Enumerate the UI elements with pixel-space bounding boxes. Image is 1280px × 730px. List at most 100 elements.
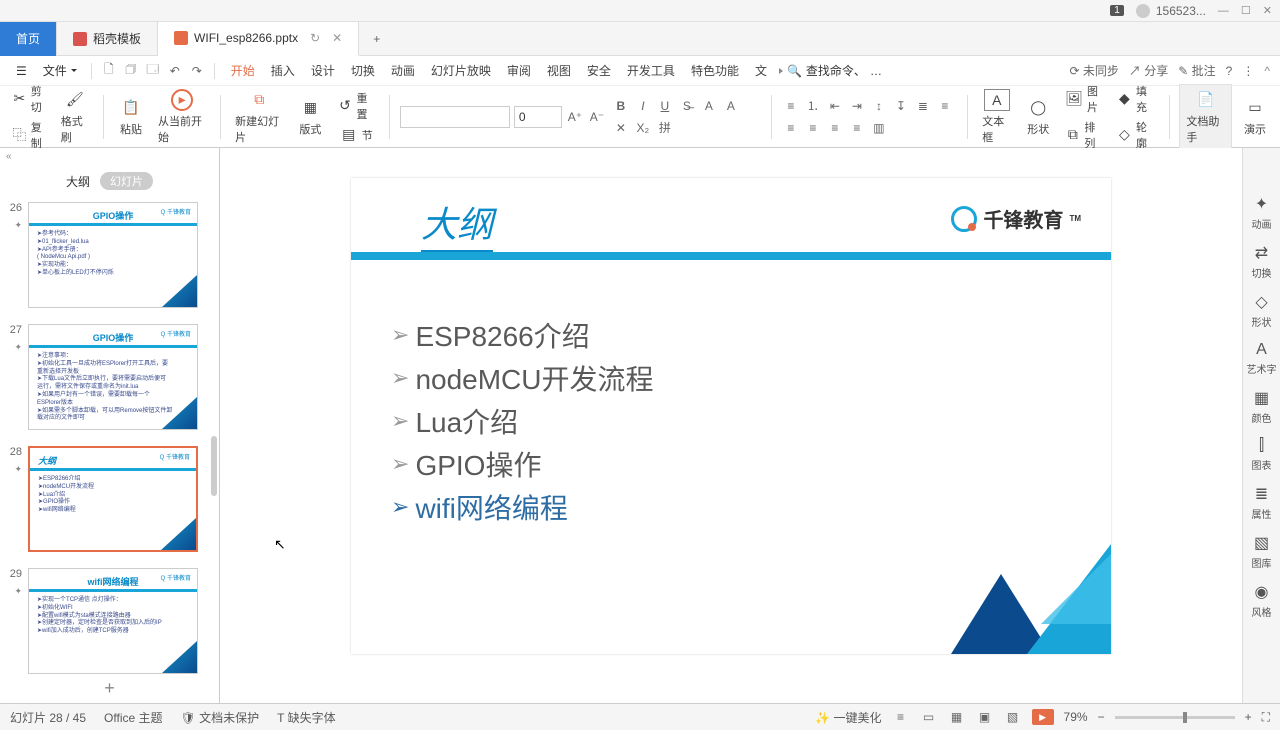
account-user[interactable]: 156523...: [1136, 4, 1206, 18]
menu-安全[interactable]: 安全: [579, 62, 619, 80]
tab-document[interactable]: WIFI_esp8266.pptx ↻ ✕: [158, 22, 359, 56]
side-panel-风格[interactable]: ◉风格: [1252, 582, 1272, 619]
normal-view-icon[interactable]: ▭: [920, 708, 938, 726]
align-left-icon[interactable]: ≡: [936, 97, 954, 115]
tab-close-icon[interactable]: ✕: [332, 31, 342, 45]
zoom-percent[interactable]: 79%: [1064, 710, 1088, 724]
notes-view-icon[interactable]: ≡: [892, 708, 910, 726]
save-icon[interactable]: 🗋: [100, 62, 118, 80]
increase-font-icon[interactable]: A⁺: [566, 108, 584, 126]
picture-button[interactable]: 🖼图片: [1061, 81, 1107, 117]
menu-开发工具[interactable]: 开发工具: [619, 62, 683, 80]
line-spacing-icon[interactable]: ↕: [870, 97, 888, 115]
slideshow-view-icon[interactable]: ▧: [1004, 708, 1022, 726]
thumb-row[interactable]: 28✦大纲Q 千锋教育➤ESP8266介绍➤nodeMCU开发流程➤Lua介绍➤…: [4, 446, 211, 552]
thumbnail-view-tab[interactable]: 幻灯片: [100, 172, 153, 190]
slide-thumbnail[interactable]: GPIO操作Q 千锋教育➤参考代码： ➤01_flicker_led.lua➤A…: [28, 202, 198, 308]
fill-button[interactable]: ◆填充: [1113, 81, 1159, 117]
tab-restore-icon[interactable]: ↻: [310, 31, 320, 45]
indent-left-icon[interactable]: ⇤: [826, 97, 844, 115]
section-button[interactable]: ▤节: [333, 124, 379, 146]
side-panel-颜色[interactable]: ▦颜色: [1252, 388, 1272, 425]
thumbnail-list[interactable]: 26✦GPIO操作Q 千锋教育➤参考代码： ➤01_flicker_led.lu…: [0, 196, 219, 674]
align-text-icon[interactable]: ≣: [914, 97, 932, 115]
slide-thumbnail[interactable]: 大纲Q 千锋教育➤ESP8266介绍➤nodeMCU开发流程➤Lua介绍➤GPI…: [28, 446, 198, 552]
thumb-row[interactable]: 29✦wifi网络编程Q 千锋教育➤实现一个TCP通信 点灯操作： ➤初始化WI…: [4, 568, 211, 674]
decrease-font-icon[interactable]: A⁻: [588, 108, 606, 126]
menu-插入[interactable]: 插入: [263, 62, 303, 80]
bold-icon[interactable]: B: [612, 97, 630, 115]
format-painter-button[interactable]: 🖌格式刷: [57, 87, 93, 147]
slide-canvas-area[interactable]: ↖ 大纲 千锋教育TM ➢ESP8266介绍➢nodeMCU开发流程➢Lua介绍…: [220, 148, 1242, 703]
indent-right-icon[interactable]: ⇥: [848, 97, 866, 115]
menu-动画[interactable]: 动画: [383, 62, 423, 80]
print-icon[interactable]: 🗇: [122, 62, 140, 80]
reading-view-icon[interactable]: ▣: [976, 708, 994, 726]
sorter-view-icon[interactable]: ▦: [948, 708, 966, 726]
close-button[interactable]: ✕: [1263, 4, 1272, 17]
justify-icon[interactable]: ≡: [826, 119, 844, 137]
slide-canvas[interactable]: 大纲 千锋教育TM ➢ESP8266介绍➢nodeMCU开发流程➢Lua介绍➢G…: [351, 178, 1111, 654]
present-button[interactable]: ▭演示: [1238, 95, 1272, 139]
slide-thumbnail[interactable]: GPIO操作Q 千锋教育➤注意事项：➤初始化工具一旦成功将ESPlorer打开工…: [28, 324, 198, 430]
outline-view-tab[interactable]: 大纲: [66, 173, 90, 190]
subscript-icon[interactable]: X₂: [634, 119, 652, 137]
preview-icon[interactable]: 🗔: [144, 62, 162, 80]
menu-scroll-right-icon[interactable]: [779, 68, 783, 74]
menu-开始[interactable]: 开始: [223, 62, 263, 80]
font-size-select[interactable]: 0: [514, 106, 562, 128]
align-right-icon[interactable]: ≡: [804, 119, 822, 137]
menu-审阅[interactable]: 审阅: [499, 62, 539, 80]
textbox-button[interactable]: A文本框: [978, 87, 1015, 147]
menu-切换[interactable]: 切换: [343, 62, 383, 80]
side-panel-动画[interactable]: ✦动画: [1252, 194, 1272, 231]
side-panel-图库[interactable]: ▧图库: [1252, 533, 1272, 570]
missing-font-status[interactable]: T 缺失字体: [277, 709, 335, 726]
hamburger-icon[interactable]: ☰: [10, 62, 33, 80]
layout-button[interactable]: ▦版式: [293, 95, 327, 139]
undo-icon[interactable]: ↶: [166, 62, 184, 80]
side-panel-图表[interactable]: ⫿图表: [1252, 437, 1272, 472]
tab-new[interactable]: +: [359, 22, 394, 56]
menu-设计[interactable]: 设计: [303, 62, 343, 80]
underline-icon[interactable]: U: [656, 97, 674, 115]
zoom-in-button[interactable]: +: [1245, 710, 1252, 724]
maximize-button[interactable]: ☐: [1241, 4, 1251, 17]
zoom-out-button[interactable]: −: [1098, 710, 1105, 724]
add-slide-button[interactable]: +: [0, 674, 219, 703]
highlight-icon[interactable]: A: [722, 97, 740, 115]
paste-button[interactable]: 📋粘贴: [114, 95, 148, 139]
distribute-icon[interactable]: ≡: [848, 119, 866, 137]
beautify-button[interactable]: ✨ 一键美化: [815, 709, 881, 726]
share-button[interactable]: ↗ 分享: [1129, 62, 1168, 79]
fit-button[interactable]: ⛶: [1262, 710, 1270, 725]
bullets-icon[interactable]: ≡: [782, 97, 800, 115]
command-search[interactable]: 🔍 查找命令、 …: [787, 62, 882, 79]
more-menu[interactable]: ⋮: [1242, 64, 1254, 78]
sync-button[interactable]: ⟳ 未同步: [1070, 62, 1119, 79]
zoom-slider[interactable]: [1115, 716, 1235, 719]
redo-icon[interactable]: ↷: [188, 62, 206, 80]
side-panel-属性[interactable]: ≣属性: [1252, 484, 1272, 521]
file-menu[interactable]: 文件: [37, 60, 83, 81]
menu-特色功能[interactable]: 特色功能: [683, 62, 747, 80]
new-slide-button[interactable]: ⧉新建幻灯片: [231, 87, 287, 147]
notification-badge[interactable]: 1: [1110, 5, 1124, 16]
italic-icon[interactable]: I: [634, 97, 652, 115]
collapse-ribbon-button[interactable]: ^: [1264, 64, 1270, 78]
collapse-panel-icon[interactable]: «: [0, 148, 20, 164]
numbering-icon[interactable]: ⒈: [804, 97, 822, 115]
text-direction-icon[interactable]: ↧: [892, 97, 910, 115]
play-button[interactable]: ▶: [1032, 709, 1054, 725]
thumbnail-scrollbar[interactable]: [211, 436, 217, 496]
menu-幻灯片放映[interactable]: 幻灯片放映: [423, 62, 499, 80]
font-color-icon[interactable]: A: [700, 97, 718, 115]
thumb-row[interactable]: 26✦GPIO操作Q 千锋教育➤参考代码： ➤01_flicker_led.lu…: [4, 202, 211, 308]
menu-视图[interactable]: 视图: [539, 62, 579, 80]
tab-home[interactable]: 首页: [0, 22, 57, 56]
menu-文[interactable]: 文: [747, 62, 775, 80]
align-center-icon[interactable]: ≡: [782, 119, 800, 137]
from-current-button[interactable]: ▸从当前开始: [154, 87, 210, 147]
side-panel-切换[interactable]: ⇄切换: [1252, 243, 1272, 280]
cut-button[interactable]: ✂剪切: [8, 81, 53, 117]
